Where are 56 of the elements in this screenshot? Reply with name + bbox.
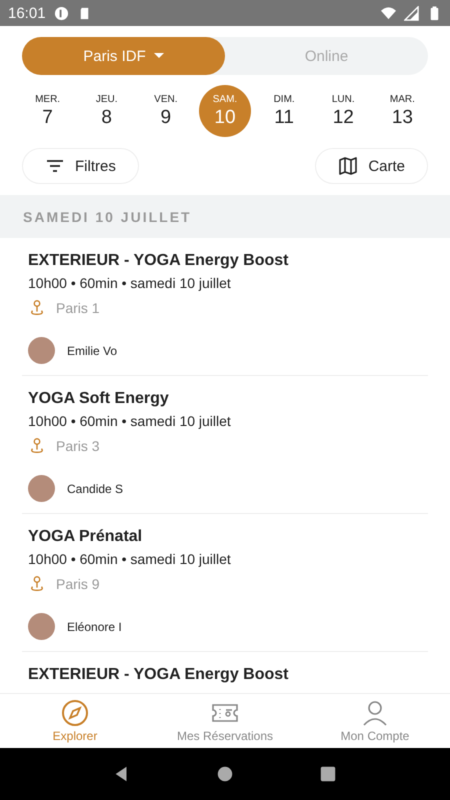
day-number: 8	[101, 106, 112, 128]
class-card[interactable]: EXTERIEUR - YOGA Energy Boost 10h00 • 60min • samedi 10 juillet Paris 1 Emilie Vo	[22, 238, 428, 376]
class-location: Paris 1	[56, 300, 100, 316]
map-icon	[338, 156, 358, 176]
weekday-label: MAR.	[390, 94, 415, 104]
weekday-label: MER.	[35, 94, 60, 104]
day-tab[interactable]: VEN. 9	[140, 85, 192, 137]
filters-button[interactable]: Filtres	[22, 148, 139, 184]
day-number: 9	[160, 106, 172, 128]
avatar-placeholder	[28, 337, 55, 364]
teacher-name: Eléonore I	[67, 620, 122, 634]
status-time: 16:01	[8, 4, 46, 22]
location-pin-icon	[28, 299, 46, 317]
day-number: 10	[214, 106, 236, 128]
home-icon[interactable]	[216, 765, 234, 783]
weekday-label: VEN.	[154, 94, 178, 104]
teacher-name: Emilie Vo	[67, 344, 118, 358]
class-location: Paris 3	[56, 438, 100, 454]
avatar-placeholder	[28, 475, 55, 502]
compass-icon	[61, 699, 89, 727]
day-number: 11	[274, 106, 294, 128]
day-number: 12	[332, 106, 354, 128]
weekday-label: SAM.	[212, 94, 238, 104]
day-tab[interactable]: DIM. 11	[258, 85, 310, 137]
day-tab[interactable]: MER. 7	[22, 85, 74, 137]
location-pin-icon	[28, 575, 46, 593]
class-title: YOGA Prénatal	[28, 528, 144, 546]
weekday-label: LUN.	[332, 94, 355, 104]
day-number: 13	[392, 106, 413, 128]
nav-tab[interactable]: Mes Réservations	[150, 694, 300, 748]
avatar-placeholder	[28, 613, 55, 640]
location-pin-icon	[28, 437, 46, 455]
recents-icon[interactable]	[319, 765, 338, 783]
class-card[interactable]: YOGA Soft Energy 10h00 • 60min • samedi 10 juillet Paris 3 Candide S	[22, 376, 428, 514]
day-tab[interactable]: MAR. 13	[376, 85, 428, 137]
class-card[interactable]: YOGA Prénatal 10h00 • 60min • samedi 10 juillet Paris 9 Eléonore I	[22, 514, 428, 652]
class-title: EXTERIEUR - YOGA Energy Boost	[28, 666, 290, 684]
class-location: Paris 9	[56, 576, 100, 592]
class-title: YOGA Soft Energy	[28, 390, 170, 408]
nav-tab[interactable]: Mon Compte	[300, 694, 450, 748]
class-details: 10h00 • 60min • samedi 10 juillet	[28, 551, 232, 567]
app-notification-icon	[54, 6, 69, 20]
teacher-name: Candide S	[67, 482, 124, 496]
wifi-icon	[381, 6, 396, 20]
day-tab[interactable]: LUN. 12	[317, 85, 370, 137]
weekday-label: JEU.	[96, 94, 118, 104]
class-title: EXTERIEUR - YOGA Energy Boost	[28, 252, 290, 270]
class-details: 10h00 • 60min • samedi 10 juillet	[28, 275, 232, 291]
class-details: 10h00 • 60min • samedi 10 juillet	[28, 413, 232, 429]
weekday-label: DIM.	[274, 94, 295, 104]
map-button[interactable]: Carte	[315, 148, 428, 184]
section-date: SAMEDI 10 JUILLET	[23, 208, 192, 224]
person-icon	[361, 699, 389, 727]
signal-icon	[404, 6, 419, 20]
day-number: 7	[42, 106, 53, 128]
day-tab[interactable]: JEU. 8	[80, 85, 133, 137]
